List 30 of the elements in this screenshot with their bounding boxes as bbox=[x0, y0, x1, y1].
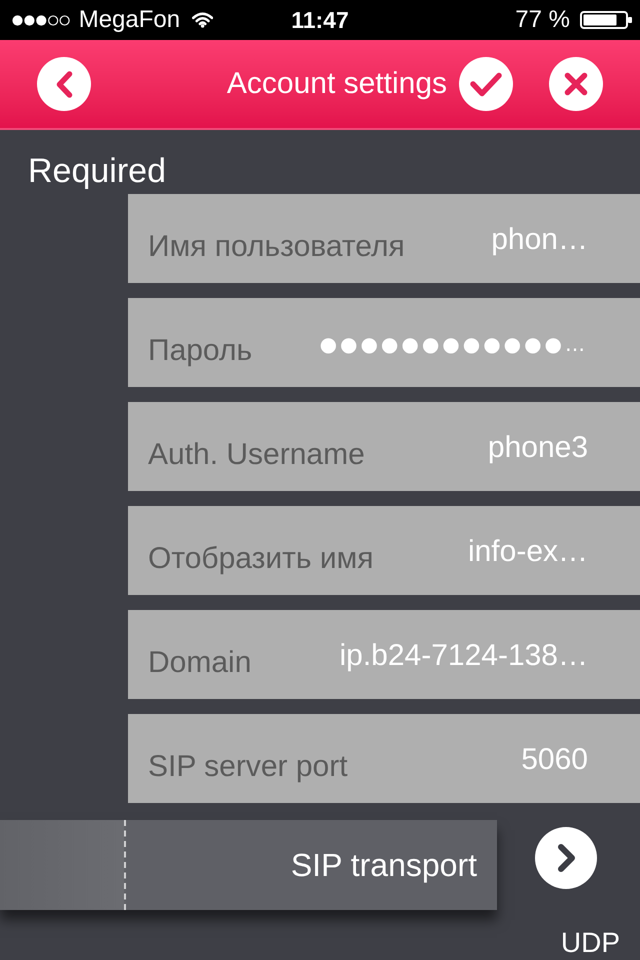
battery-percentage: 77 % bbox=[515, 6, 570, 34]
field-label: Domain bbox=[148, 645, 252, 681]
battery-icon bbox=[580, 11, 632, 29]
clock-time: 11:47 bbox=[291, 6, 349, 34]
field-label: SIP server port bbox=[148, 749, 348, 785]
input-field[interactable]: ip.b24-7124-138… bbox=[339, 638, 588, 674]
back-button[interactable] bbox=[37, 57, 91, 111]
carrier-name: MegaFon bbox=[78, 6, 180, 34]
row-label: SIP transport bbox=[290, 846, 477, 884]
checkmark-icon bbox=[470, 72, 502, 96]
input-field[interactable]: info-ex… bbox=[468, 534, 588, 570]
input-field[interactable]: phon… bbox=[491, 222, 588, 258]
transport-value: UDP bbox=[560, 928, 620, 958]
transport-bar[interactable]: SIP transport bbox=[0, 820, 497, 910]
screen-title: Account settings bbox=[226, 66, 447, 102]
field-label: Auth. Username bbox=[148, 437, 365, 473]
input-field[interactable]: ●●●●●●●●●●●●… bbox=[320, 326, 588, 362]
chevron-right-icon bbox=[556, 843, 576, 873]
input-field[interactable]: phone3 bbox=[488, 430, 588, 466]
chevron-left-icon bbox=[56, 70, 72, 98]
input-field[interactable]: 5060 bbox=[521, 742, 588, 778]
signal-strength-icon bbox=[12, 14, 70, 26]
field-label: Пароль bbox=[148, 333, 252, 369]
section-title: Required bbox=[28, 151, 166, 191]
confirm-button[interactable] bbox=[459, 57, 513, 111]
close-button[interactable] bbox=[549, 57, 603, 111]
field-label: Имя пользователя bbox=[148, 229, 405, 265]
close-icon bbox=[564, 72, 588, 96]
field-label: Отобразить имя bbox=[148, 541, 374, 577]
wifi-icon bbox=[192, 11, 214, 29]
